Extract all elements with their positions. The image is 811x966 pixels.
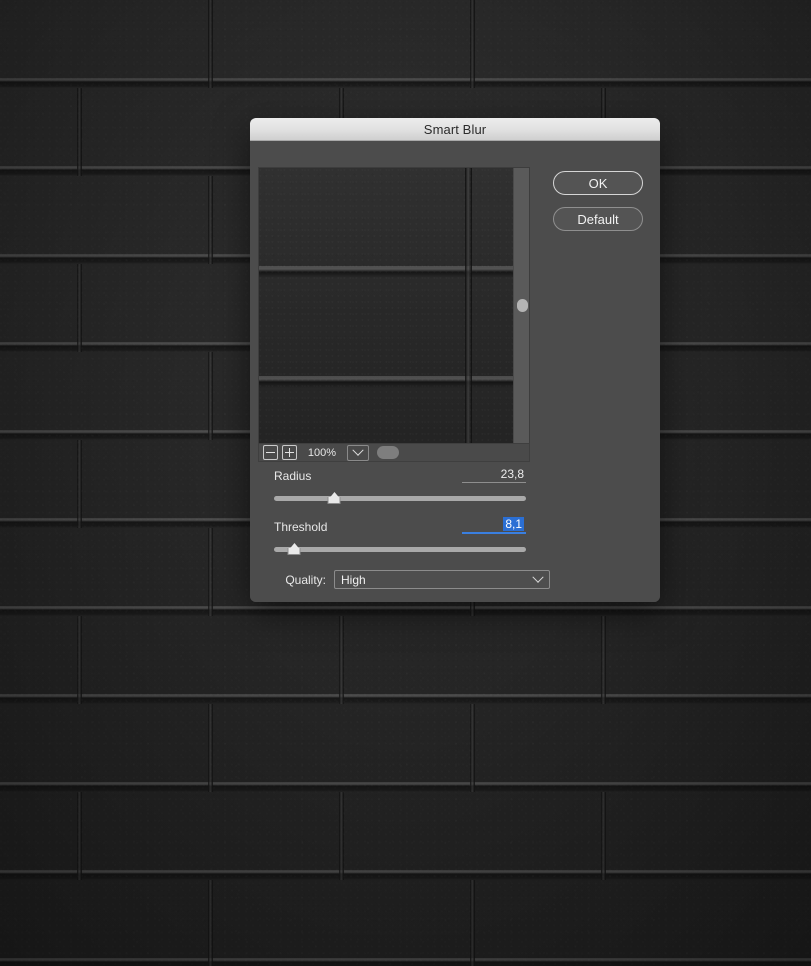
preview-zoom-bar: 100% (258, 443, 530, 462)
radius-label: Radius (274, 469, 312, 483)
threshold-label: Threshold (274, 520, 328, 534)
minus-square-icon[interactable] (263, 445, 278, 460)
radius-slider-thumb[interactable] (327, 492, 341, 504)
quality-label: Quality: (285, 572, 326, 587)
zoom-dropdown-button[interactable] (347, 444, 369, 461)
chevron-down-icon (532, 571, 544, 583)
radius-value-input[interactable]: 23,8 (462, 467, 526, 483)
chevron-down-icon (352, 444, 364, 456)
radius-field: Radius 23,8 (274, 467, 526, 504)
dialog-body: 100% Radius 23,8 Threshold 8,1 Quality: … (250, 141, 660, 602)
preview-scrollbar-thumb[interactable] (517, 299, 528, 312)
dialog-titlebar[interactable]: Smart Blur (250, 118, 660, 141)
quality-value: High (341, 572, 366, 587)
preview-toggle-button[interactable] (377, 446, 399, 459)
quality-row: Quality: High (274, 570, 550, 589)
plus-square-icon[interactable] (282, 445, 297, 460)
threshold-slider[interactable] (274, 543, 526, 555)
zoom-level-value: 100% (307, 446, 337, 459)
threshold-slider-thumb[interactable] (287, 543, 301, 555)
ok-button[interactable]: OK (553, 171, 643, 195)
dialog-title: Smart Blur (423, 121, 487, 137)
ok-button-label: OK (588, 175, 608, 191)
preview-vertical-scrollbar[interactable] (513, 168, 529, 444)
threshold-value: 8,1 (503, 517, 524, 531)
threshold-value-input[interactable]: 8,1 (462, 517, 526, 534)
preview-image[interactable] (259, 168, 515, 444)
quality-select[interactable]: High (334, 570, 550, 589)
smart-blur-dialog: Smart Blur 100% Radius 23,8 Threshold 8,… (250, 118, 660, 602)
preview-panel[interactable] (258, 167, 530, 444)
threshold-field: Threshold 8,1 (274, 517, 526, 555)
screen: Smart Blur 100% Radius 23,8 Threshold 8,… (0, 0, 811, 966)
default-button-label: Default (577, 211, 619, 227)
radius-value: 23,8 (500, 467, 524, 481)
radius-slider-track[interactable] (274, 496, 526, 501)
radius-slider[interactable] (274, 492, 526, 504)
default-button[interactable]: Default (553, 207, 643, 231)
threshold-slider-track[interactable] (274, 547, 526, 552)
